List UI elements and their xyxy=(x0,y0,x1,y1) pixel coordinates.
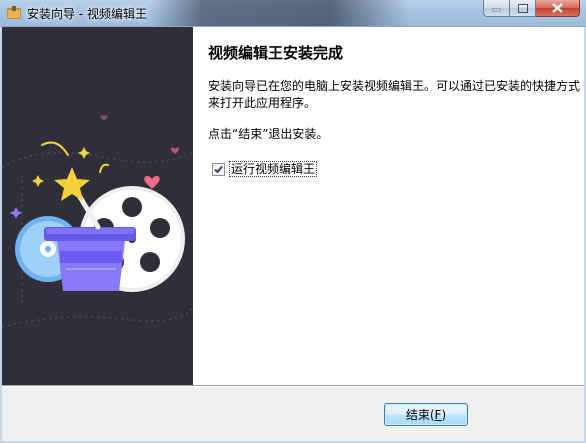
maximize-button[interactable] xyxy=(510,0,536,17)
minimize-button[interactable] xyxy=(483,0,510,17)
heart-icon xyxy=(170,147,180,154)
heart-icon xyxy=(144,176,160,189)
sparkle-icon xyxy=(78,147,90,159)
checkmark-icon xyxy=(214,165,223,173)
finish-button[interactable]: 结束(F) xyxy=(384,403,468,426)
footer-divider xyxy=(2,385,584,387)
close-button[interactable] xyxy=(536,0,580,17)
magic-hat-film-reel-illustration xyxy=(2,115,193,328)
finish-hotkey: F xyxy=(434,407,442,422)
page-title: 视频编辑王安装完成 xyxy=(208,44,344,62)
heart-icon xyxy=(100,115,108,121)
minimize-icon xyxy=(492,8,501,12)
installer-dialog: 视频编辑王安装完成 安装向导已在您的电脑上安装视频编辑王。可以通过已安装的快捷方… xyxy=(2,27,584,441)
installer-app-icon xyxy=(7,6,21,19)
run-app-checkbox-row[interactable]: 运行视频编辑王 xyxy=(212,161,318,177)
wizard-sidebar-illustration xyxy=(2,27,193,385)
completion-description: 安装向导已在您的电脑上安装视频编辑王。可以通过已安装的快捷方式来打开此应用程序。 xyxy=(208,79,581,110)
close-icon xyxy=(552,3,563,13)
magic-wand-icon xyxy=(54,167,101,230)
finish-button-label: 结束( xyxy=(405,408,435,422)
title-bar[interactable]: 安装向导 - 视频编辑王 xyxy=(0,0,586,27)
window-title: 安装向导 - 视频编辑王 xyxy=(27,7,147,21)
run-app-checkbox-label[interactable]: 运行视频编辑王 xyxy=(229,161,318,177)
sparkle-icon xyxy=(10,207,22,219)
sparkle-icon xyxy=(32,175,44,187)
title-glass-band xyxy=(150,0,410,26)
run-app-checkbox[interactable] xyxy=(212,162,225,176)
wizard-content-panel: 视频编辑王安装完成 安装向导已在您的电脑上安装视频编辑王。可以通过已安装的快捷方… xyxy=(193,27,584,385)
exit-instruction: 点击“结束”退出安装。 xyxy=(208,127,329,141)
maximize-icon xyxy=(517,3,528,13)
finish-button-suffix: ) xyxy=(441,407,447,422)
caption-buttons xyxy=(483,0,580,18)
